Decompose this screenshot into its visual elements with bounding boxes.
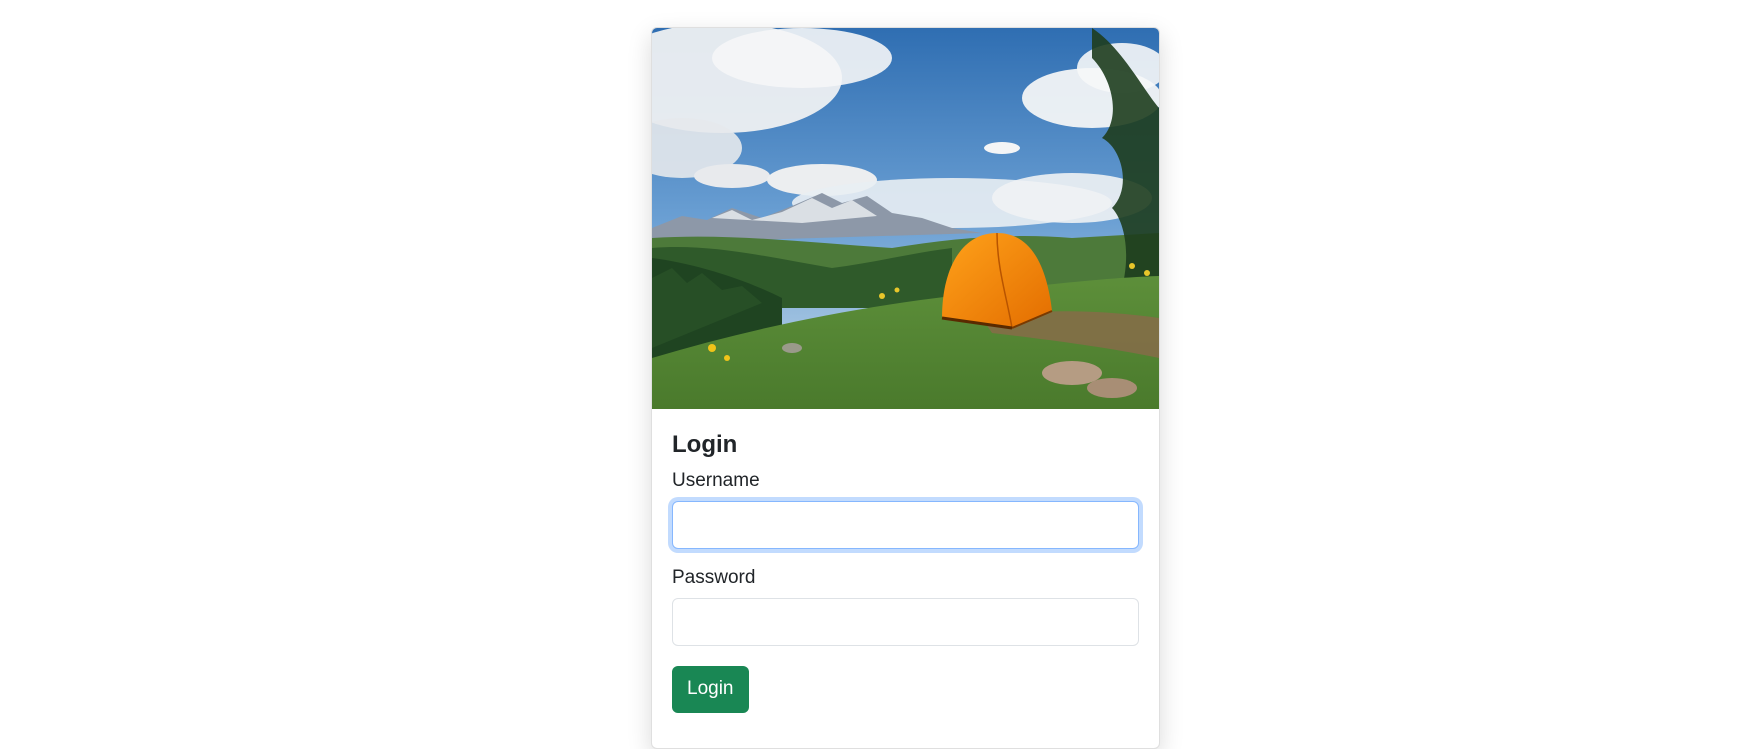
password-label: Password	[672, 566, 756, 588]
login-button[interactable]: Login	[672, 665, 749, 713]
campsite-hero-image	[652, 28, 1159, 409]
username-label: Username	[672, 469, 760, 491]
password-group: Password	[672, 567, 1139, 646]
login-card: Login Username Password Login	[651, 27, 1160, 749]
username-input[interactable]	[672, 500, 1139, 549]
login-title: Login	[672, 431, 738, 458]
username-group: Username	[672, 470, 1139, 549]
password-input[interactable]	[672, 597, 1139, 646]
login-card-body: Login Username Password Login	[652, 409, 1159, 729]
